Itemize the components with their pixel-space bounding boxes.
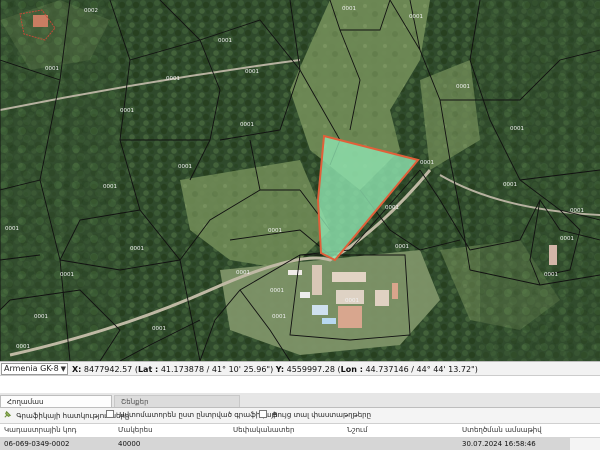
x-value: 8477942.57 xyxy=(83,365,133,374)
parcel-label: 0001 xyxy=(544,272,558,278)
parcel-label: 0001 xyxy=(34,314,48,320)
auto-select-label: Ավտոմատորեն ըստ ընտրված գրաֆիկայի xyxy=(119,411,278,419)
lon-value: 44.737146 / 44° 44' 13.72" xyxy=(365,365,475,374)
auto-select-checkbox[interactable]: Ավտոմատորեն ըստ ընտրված գրաֆիկայի xyxy=(106,410,278,421)
show-documents-label: Ցույց տալ փաստաթղթերը xyxy=(272,411,372,419)
parcel-label: 0001 xyxy=(270,288,284,294)
spacer xyxy=(0,376,600,393)
parcel-label: 0001 xyxy=(272,314,286,320)
cell-code: 06-069-0349-0002 xyxy=(4,440,70,448)
column-header[interactable]: Ստեղծման ամսաթիվ xyxy=(462,425,542,436)
table-row[interactable]: 06-069-0349-0002 40000 30.07.2024 16:58:… xyxy=(0,438,570,450)
parcel-label: 0001 xyxy=(268,228,282,234)
map-view[interactable]: 0002 0001 0001 0001 0001 0001 0001 0001 … xyxy=(0,0,600,361)
parcel-label: 0001 xyxy=(560,236,574,242)
cell-area: 40000 xyxy=(118,440,141,448)
lon-label: Lon : xyxy=(340,365,363,374)
crs-select[interactable]: Armenia GK-8 ▼ xyxy=(1,363,68,375)
parcel-label: 0001 xyxy=(420,160,434,166)
parcel-label: 0002 xyxy=(84,8,98,14)
parcel-label: 0001 xyxy=(120,108,134,114)
parcel-label: 0001 xyxy=(178,164,192,170)
chevron-down-icon: ▼ xyxy=(60,365,66,373)
column-header[interactable]: Մակերես xyxy=(118,425,153,436)
column-header[interactable]: Կադաստրային կոդ xyxy=(4,425,76,436)
parcel-label: 0001 xyxy=(5,226,19,232)
parcel-label: 0001 xyxy=(236,270,250,276)
parcel-label: 0001 xyxy=(130,246,144,252)
parcel-label: 0001 xyxy=(342,6,356,12)
parcel-label: 0001 xyxy=(218,38,232,44)
info-panel: Հողամաս Շենքեր Գրաֆիկայի հատկությունները… xyxy=(0,393,600,461)
parcel-label: 0001 xyxy=(240,122,254,128)
parcel-label: 0001 xyxy=(245,69,259,75)
parcel-label: 0001 xyxy=(510,126,524,132)
parcel-label: 0001 xyxy=(103,184,117,190)
coordinate-bar: Armenia GK-8 ▼ X: 8477942.57 (Lat : 41.1… xyxy=(0,361,600,376)
parcel-label: 0001 xyxy=(409,14,423,20)
pin-icon xyxy=(4,410,12,418)
parcel-label: 0001 xyxy=(166,76,180,82)
parcel-label: 0001 xyxy=(16,344,30,350)
parcel-label: 0001 xyxy=(45,66,59,72)
parcel-label: 0001 xyxy=(570,208,584,214)
parcel-label: 0001 xyxy=(60,272,74,278)
coordinate-readout: X: 8477942.57 (Lat : 41.173878 / 41° 10'… xyxy=(72,365,478,374)
checkbox-box[interactable] xyxy=(106,410,114,418)
parcel-label: 0001 xyxy=(395,244,409,250)
x-label: X: xyxy=(72,365,82,374)
table-header: Կադաստրային կոդ Մակերես Սեփականատեր Նշու… xyxy=(0,424,600,438)
y-label: Y: xyxy=(275,365,285,374)
column-header[interactable]: Նշում xyxy=(347,425,368,436)
column-header[interactable]: Սեփականատեր xyxy=(233,425,294,436)
lat-label: Lat : xyxy=(137,365,159,374)
checkbox-box[interactable] xyxy=(259,410,267,418)
show-documents-checkbox[interactable]: Ցույց տալ փաստաթղթերը xyxy=(259,410,371,421)
parcel-label: 0001 xyxy=(503,182,517,188)
tab-land-plot[interactable]: Հողամաս xyxy=(0,395,112,407)
y-value: 4559997.28 xyxy=(286,365,335,374)
cell-created: 30.07.2024 16:58:46 xyxy=(462,440,536,448)
parcel-label: 0001 xyxy=(456,84,470,90)
tab-buildings[interactable]: Շենքեր xyxy=(114,395,240,407)
parcel-label: 0001 xyxy=(385,205,399,211)
crs-value: Armenia GK-8 xyxy=(4,364,59,373)
lat-value: 41.173878 / 41° 10' 25.96" xyxy=(160,365,271,374)
row-filler xyxy=(570,438,600,450)
parcel-label: 0001 xyxy=(345,298,359,304)
panel-toolbar: Գրաֆիկայի հատկությունները Ավտոմատորեն ըս… xyxy=(0,408,600,424)
panel-tabs: Հողամաս Շենքեր xyxy=(0,393,600,408)
parcel-label: 0001 xyxy=(152,326,166,332)
